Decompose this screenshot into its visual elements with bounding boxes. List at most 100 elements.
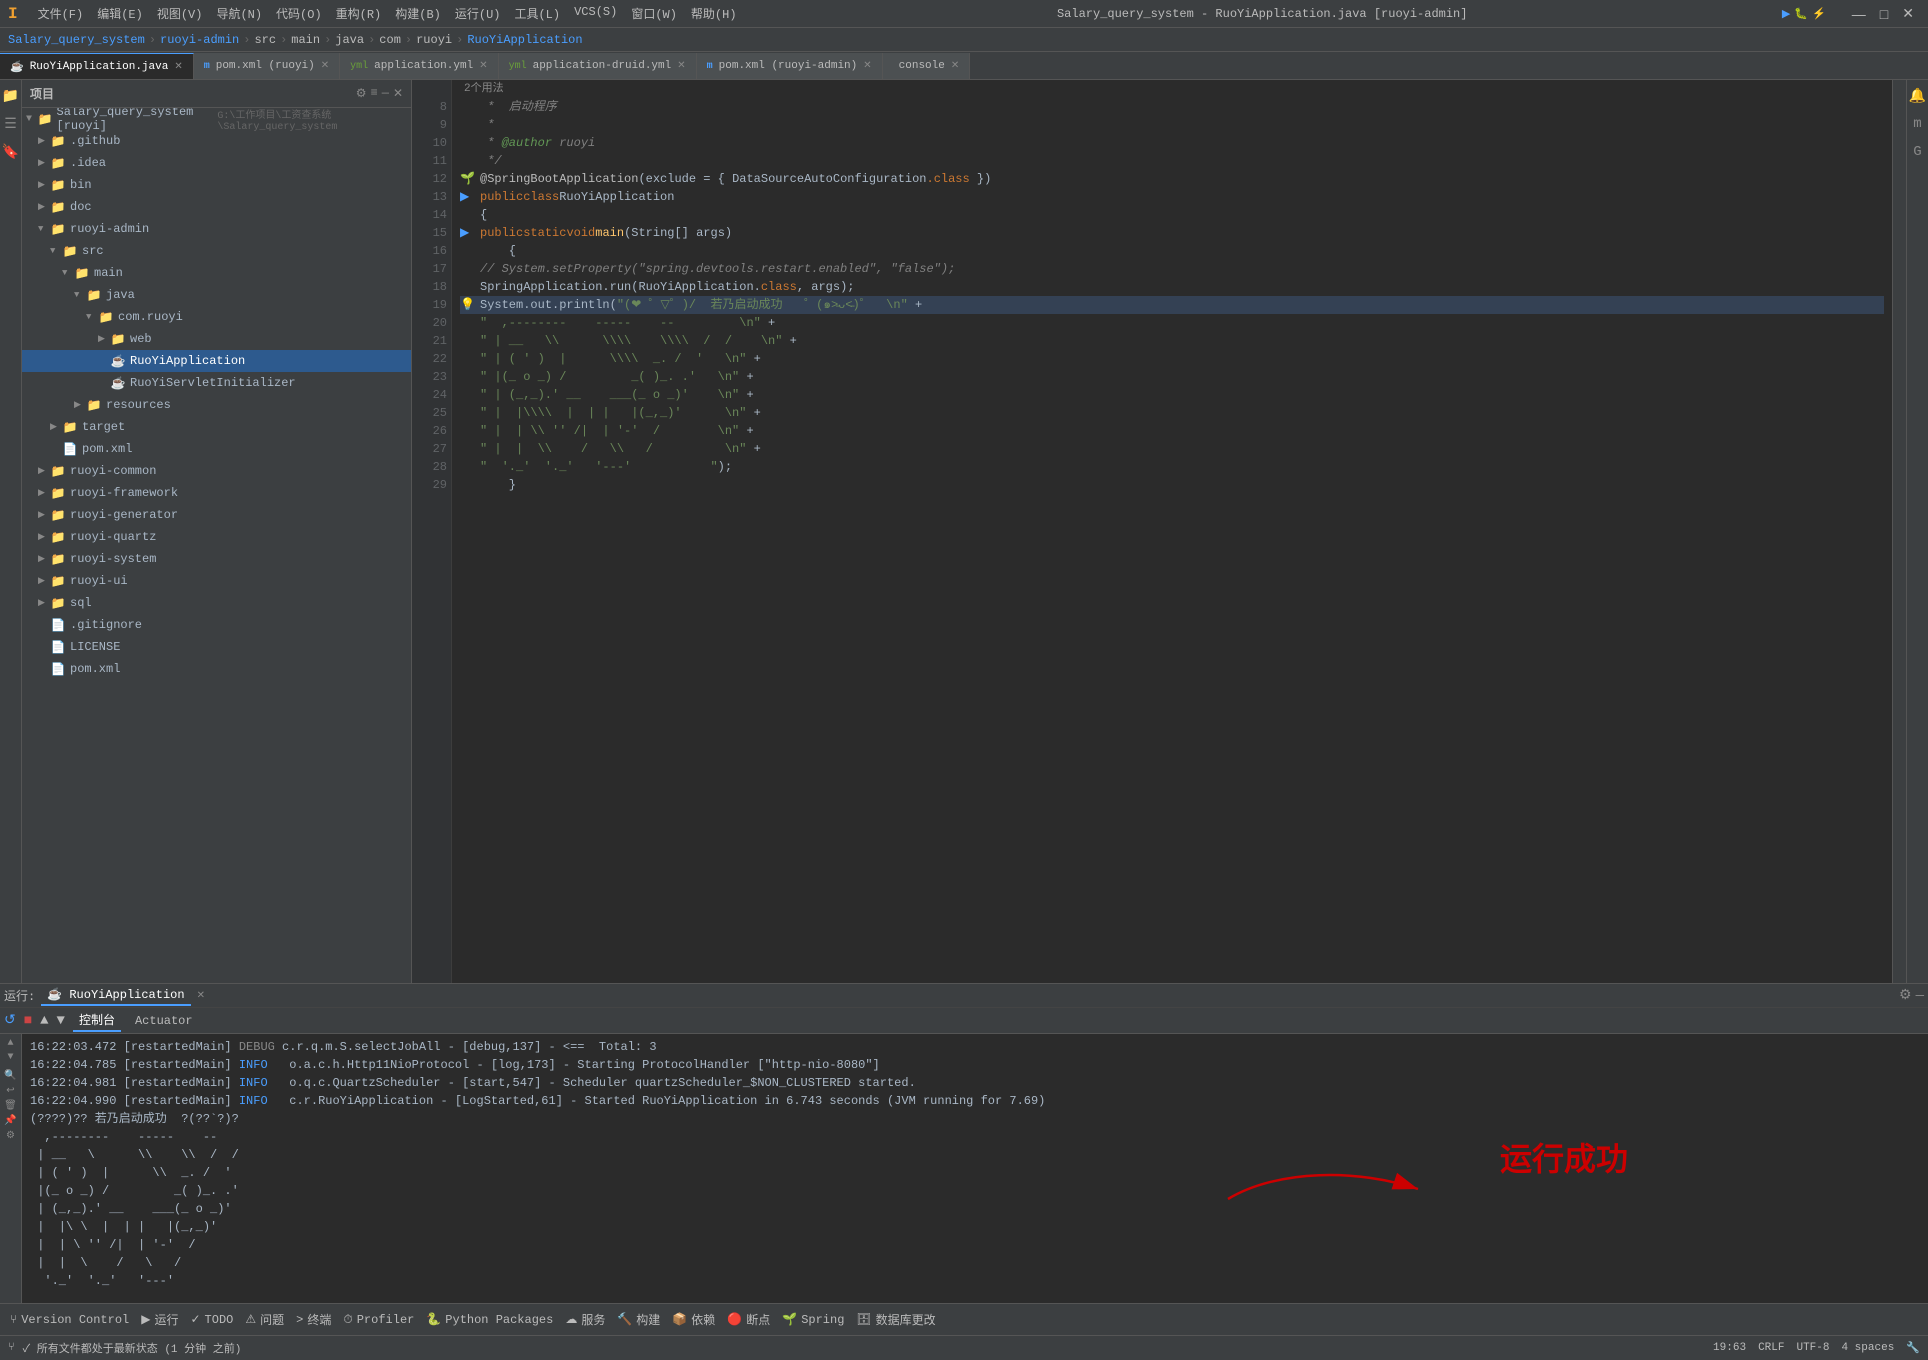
editor-tab-4[interactable]: mpom.xml (ruoyi-admin)✕ <box>697 53 883 79</box>
breadcrumb-main[interactable]: main <box>291 33 320 47</box>
maven-icon[interactable]: m <box>1906 112 1928 136</box>
footer-item-todo[interactable]: ✓TODO <box>184 1310 239 1329</box>
tree-item-doc[interactable]: ▶📁doc <box>22 196 411 218</box>
indent-indicator[interactable]: 4 spaces <box>1841 1342 1894 1354</box>
breadcrumb-src[interactable]: src <box>254 33 276 47</box>
tree-item-web[interactable]: ▶📁web <box>22 328 411 350</box>
tab-close-5[interactable]: ✕ <box>951 60 959 72</box>
footer-item-终端[interactable]: >终端 <box>290 1309 337 1330</box>
console-tab[interactable]: 控制台 <box>73 1009 121 1032</box>
menu-item-o[interactable]: 代码(O) <box>270 3 328 24</box>
tree-item-sql[interactable]: ▶📁sql <box>22 592 411 614</box>
menu-item-u[interactable]: 运行(U) <box>449 3 507 24</box>
tree-item-ruoyi-admin[interactable]: ▼📁ruoyi-admin <box>22 218 411 240</box>
breadcrumb-java[interactable]: java <box>335 33 364 47</box>
charset-indicator[interactable]: UTF-8 <box>1796 1342 1829 1354</box>
project-collapse-icon[interactable]: — <box>382 86 389 101</box>
tree-item-target[interactable]: ▶📁target <box>22 416 411 438</box>
breadcrumb-project[interactable]: Salary_query_system <box>8 33 145 47</box>
tree-item-github[interactable]: ▶📁.github <box>22 130 411 152</box>
tree-item-ruoyi-common[interactable]: ▶📁ruoyi-common <box>22 460 411 482</box>
menu-item-n[interactable]: 导航(N) <box>210 3 268 24</box>
tab-close-3[interactable]: ✕ <box>677 60 685 72</box>
tree-item-ruoyi-quartz[interactable]: ▶📁ruoyi-quartz <box>22 526 411 548</box>
tab-close-2[interactable]: ✕ <box>479 60 487 72</box>
menu-item-h[interactable]: 帮助(H) <box>685 3 743 24</box>
pin-icon[interactable]: 📌 <box>4 1115 16 1127</box>
tree-item-ruoyi-generator[interactable]: ▶📁ruoyi-generator <box>22 504 411 526</box>
crlf-indicator[interactable]: CRLF <box>1758 1342 1784 1354</box>
menu-item-w[interactable]: 窗口(W) <box>625 3 683 24</box>
menu-item-l[interactable]: 工具(L) <box>508 3 566 24</box>
settings-icon[interactable]: ⚙ <box>1899 987 1912 1004</box>
structure-icon[interactable]: ☰ <box>0 112 23 136</box>
tree-item-java[interactable]: ▼📁java <box>22 284 411 306</box>
profile-icon[interactable]: ⚡ <box>1812 7 1826 21</box>
tree-item-pom-admin[interactable]: 📄pom.xml <box>22 438 411 460</box>
tree-item-main[interactable]: ▼📁main <box>22 262 411 284</box>
run-restart-icon[interactable]: ↺ <box>4 1012 16 1029</box>
settings2-icon[interactable]: ⚙ <box>6 1130 15 1142</box>
project-icon[interactable]: 📁 <box>0 84 23 108</box>
editor-tab-3[interactable]: ymlapplication-druid.yml✕ <box>499 53 697 79</box>
git-icon[interactable]: ⑂ <box>8 1342 15 1354</box>
menu-item-vcss[interactable]: VCS(S) <box>568 3 623 24</box>
editor-tab-5[interactable]: console✕ <box>883 53 971 79</box>
run-stop-icon[interactable]: ■ <box>24 1013 32 1029</box>
run-icon[interactable]: ▶ <box>1782 7 1790 21</box>
close-button[interactable]: ✕ <box>1896 3 1920 24</box>
footer-item-服务[interactable]: ☁服务 <box>559 1309 611 1330</box>
breadcrumb-com[interactable]: com <box>379 33 401 47</box>
scroll-down-icon[interactable]: ▼ <box>7 1052 13 1063</box>
run-tab-close[interactable]: ✕ <box>197 990 205 1002</box>
menu-item-r[interactable]: 重构(R) <box>330 3 388 24</box>
run-down-icon[interactable]: ▼ <box>57 1013 65 1029</box>
minimize-panel-icon[interactable]: — <box>1916 988 1924 1004</box>
tab-close-0[interactable]: ✕ <box>174 61 182 73</box>
tree-item-resources[interactable]: ▶📁resources <box>22 394 411 416</box>
footer-item-问题[interactable]: ⚠问题 <box>239 1309 290 1330</box>
footer-item-version-control[interactable]: ⑂Version Control <box>4 1311 135 1329</box>
project-expand-icon[interactable]: ≡ <box>371 86 378 101</box>
footer-item-运行[interactable]: ▶运行 <box>135 1309 184 1330</box>
tab-close-4[interactable]: ✕ <box>863 60 871 72</box>
notifications-icon[interactable]: 🔔 <box>1906 84 1928 108</box>
actuator-tab[interactable]: Actuator <box>129 1012 199 1030</box>
editor-tab-0[interactable]: ☕RuoYiApplication.java✕ <box>0 53 194 79</box>
tree-item-idea[interactable]: ▶📁.idea <box>22 152 411 174</box>
editor-tab-1[interactable]: mpom.xml (ruoyi)✕ <box>194 53 340 79</box>
maximize-button[interactable]: □ <box>1874 4 1894 24</box>
menu-item-b[interactable]: 构建(B) <box>389 3 447 24</box>
footer-item-数据库更改[interactable]: 🗄数据库更改 <box>850 1309 941 1330</box>
breadcrumb-class[interactable]: RuoYiApplication <box>467 33 582 47</box>
menu-item-e[interactable]: 编辑(E) <box>91 3 149 24</box>
tree-item-RuoYiServletInitializer[interactable]: ☕RuoYiServletInitializer <box>22 372 411 394</box>
filter-icon[interactable]: 🔍 <box>4 1070 16 1082</box>
tree-item-bin[interactable]: ▶📁bin <box>22 174 411 196</box>
tree-item-pom-root[interactable]: 📄pom.xml <box>22 658 411 680</box>
breadcrumb-ruoyi[interactable]: ruoyi <box>416 33 452 47</box>
tab-close-1[interactable]: ✕ <box>321 60 329 72</box>
tree-item-LICENSE[interactable]: 📄LICENSE <box>22 636 411 658</box>
debug-icon[interactable]: 🐛 <box>1794 7 1808 21</box>
project-close-icon[interactable]: ✕ <box>393 86 403 101</box>
memory-indicator[interactable]: 🔧 <box>1906 1341 1920 1355</box>
tree-item-com.ruoyi[interactable]: ▼📁com.ruoyi <box>22 306 411 328</box>
menu-item-v[interactable]: 视图(V) <box>151 3 209 24</box>
tree-item-gitignore[interactable]: 📄.gitignore <box>22 614 411 636</box>
footer-item-依赖[interactable]: 📦依赖 <box>666 1309 721 1330</box>
minimize-button[interactable]: — <box>1846 4 1872 24</box>
clear-icon[interactable]: 🗑 <box>4 1100 17 1112</box>
tree-item-src[interactable]: ▼📁src <box>22 240 411 262</box>
tree-item-ruoyi-ui[interactable]: ▶📁ruoyi-ui <box>22 570 411 592</box>
footer-item-spring[interactable]: 🌱Spring <box>776 1310 850 1329</box>
editor-tab-2[interactable]: ymlapplication.yml✕ <box>340 53 498 79</box>
footer-item-断点[interactable]: 🔴断点 <box>721 1309 776 1330</box>
run-tab-active[interactable]: ☕ RuoYiApplication <box>41 985 190 1006</box>
footer-item-构建[interactable]: 🔨构建 <box>611 1309 666 1330</box>
breadcrumb-module[interactable]: ruoyi-admin <box>160 33 239 47</box>
gradle-icon[interactable]: G <box>1906 140 1928 164</box>
tree-root[interactable]: ▼📁Salary_query_system [ruoyi] G:\工作项目\工资… <box>22 108 411 130</box>
tree-item-ruoyi-system[interactable]: ▶📁ruoyi-system <box>22 548 411 570</box>
code-area[interactable]: 2个用法 * 启动程序 * * @author ruoyi */🌱@Spring… <box>452 80 1892 983</box>
